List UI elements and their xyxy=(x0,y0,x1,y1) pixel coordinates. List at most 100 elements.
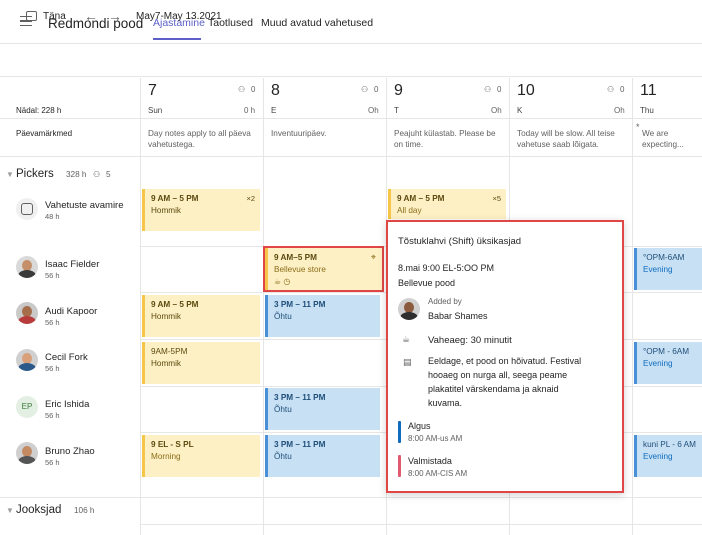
day-note[interactable]: Day notes apply to all päeva vahetustega… xyxy=(148,128,258,150)
shift-label: Hommik xyxy=(151,312,182,321)
shift-card[interactable]: 9 AM – 5 PM Hommik ×2 xyxy=(142,189,260,231)
day-name: T xyxy=(394,106,399,115)
shift-count: ×5 xyxy=(492,194,501,203)
added-by-avatar xyxy=(398,298,420,320)
day-name: K xyxy=(517,106,523,115)
shift-time: kuni PL - 6 AM xyxy=(643,440,696,449)
shift-time: °OPM - 6AM xyxy=(643,347,690,356)
highlight-box xyxy=(263,246,384,292)
start-time: 8:00 AM-us AM xyxy=(408,434,463,443)
shift-label: Morning xyxy=(151,452,181,461)
collapse-icon[interactable]: ▼ xyxy=(6,170,14,179)
people-icon: ⚇ xyxy=(238,85,246,94)
day-number[interactable]: 9 xyxy=(394,82,403,100)
person-hours: 56 h xyxy=(45,458,60,467)
person-hours: 48 h xyxy=(45,212,60,221)
popup-note-line: kuvama. xyxy=(428,398,463,408)
shift-label: All day xyxy=(397,206,422,215)
person-name[interactable]: Eric Ishida xyxy=(45,399,89,410)
grid-line xyxy=(140,78,141,535)
day-number[interactable]: 8 xyxy=(271,82,280,100)
day-notes-label: Päevamärkmed xyxy=(16,129,73,138)
avatar xyxy=(16,349,38,371)
shift-details-popup: Tõstuklahvi (Shift) üksikasjad 8.mai 9:0… xyxy=(386,220,624,493)
day-people-count: 0 xyxy=(374,85,379,94)
shift-card[interactable]: °OPM-6AM Evening xyxy=(634,248,702,290)
shift-time: 3 PM – 11 PM xyxy=(274,300,326,309)
shift-time: °OPM-6AM xyxy=(643,253,685,262)
day-hours: 0 h xyxy=(244,106,256,115)
shift-label: Evening xyxy=(643,265,673,274)
day-hours: Oh xyxy=(614,106,625,115)
person-name[interactable]: Audi Kapoor xyxy=(45,306,97,317)
person-hours: 56 h xyxy=(45,318,60,327)
avatar xyxy=(16,256,38,278)
day-number[interactable]: 11 xyxy=(640,82,657,100)
shift-card[interactable]: 3 PM – 11 PM Õhtu xyxy=(265,435,380,477)
shift-label: Õhtu xyxy=(274,452,292,461)
day-people-count: 0 xyxy=(251,85,256,94)
shift-card[interactable]: kuni PL - 6 AM Evening xyxy=(634,435,702,477)
shift-count: ×2 xyxy=(246,194,255,203)
break-icon: ☕ xyxy=(402,334,411,344)
day-note[interactable]: Inventuuripäev. xyxy=(271,128,381,139)
person-hours: 56 h xyxy=(45,271,60,280)
active-tab-indicator xyxy=(153,38,201,40)
group-people-count: 5 xyxy=(106,170,111,179)
group-hours: 106 h xyxy=(74,506,95,515)
day-note[interactable]: Today will be slow. All teise vahetuse s… xyxy=(517,128,627,150)
tab-open-shifts[interactable]: Muud avatud vahetused xyxy=(261,17,373,29)
day-note[interactable]: We are expecting... es.päris hõivatud. xyxy=(642,128,702,152)
avatar-initials: EP xyxy=(16,396,38,418)
day-name: E xyxy=(271,106,277,115)
group-hours: 328 h xyxy=(66,170,87,179)
shift-time: 9 AM – 5 PM xyxy=(151,194,199,203)
group-title: Jooksjad xyxy=(16,504,62,516)
person-name[interactable]: Bruno Zhao xyxy=(45,446,95,457)
person-hours: 56 h xyxy=(45,364,60,373)
shift-card[interactable]: 3 PM – 11 PM Õhtu xyxy=(265,388,380,430)
shift-card[interactable]: 9AM-5PM Hommik xyxy=(142,342,260,384)
shift-card[interactable]: 3 PM – 11 PM Õhtu xyxy=(265,295,380,337)
popup-location: Bellevue pood xyxy=(398,278,456,288)
shift-card[interactable]: 9 AM – 5 PM Hommik xyxy=(142,295,260,337)
day-hours: Oh xyxy=(491,106,502,115)
person-name[interactable]: Cecil Fork xyxy=(45,352,88,363)
popup-note-line: hooaeg on nurga all, seega peame xyxy=(428,370,568,380)
schedule-app: Redmondi pood Ajastamine Taotlused Muud … xyxy=(0,0,702,535)
shift-card[interactable]: 9 AM – 5 PM All day ×5 xyxy=(388,189,506,219)
asterisk-icon: * xyxy=(636,122,640,132)
person-name[interactable]: Vahetuste avamire xyxy=(45,200,124,211)
people-icon: ⚇ xyxy=(361,85,369,94)
day-number[interactable]: 10 xyxy=(517,82,535,100)
previous-week-icon[interactable]: ← xyxy=(84,8,98,24)
day-name: Thu xyxy=(640,106,654,115)
shift-card[interactable]: °OPM - 6AM Evening xyxy=(634,342,702,384)
shift-time: 9 AM – 5 PM xyxy=(151,300,199,309)
shift-card[interactable]: 9 EL - S PL Morning xyxy=(142,435,260,477)
grid-line xyxy=(263,78,264,535)
shift-label: Hommik xyxy=(151,206,182,215)
collapse-icon[interactable]: ▼ xyxy=(6,506,14,515)
avatar xyxy=(16,302,38,324)
end-time: 8:00 AM-CIS AM xyxy=(408,469,468,478)
person-hours: 56 h xyxy=(45,411,60,420)
person-name[interactable]: Isaac Fielder xyxy=(45,259,99,270)
day-hours: Oh xyxy=(368,106,379,115)
end-label: Valmistada xyxy=(408,456,452,466)
people-icon: ⚇ xyxy=(484,85,492,94)
added-by-name: Babar Shames xyxy=(428,311,488,321)
next-week-icon[interactable]: → xyxy=(108,8,122,24)
day-number[interactable]: 7 xyxy=(148,82,157,100)
date-range[interactable]: May7-May 13.2021 xyxy=(136,11,222,22)
start-label: Algus xyxy=(408,421,431,431)
day-people-count: 0 xyxy=(620,85,625,94)
grid-line xyxy=(632,78,633,535)
popup-note-line: plakatitel värskendama ja aknaid xyxy=(428,384,559,394)
popup-datetime: 8.mai 9:00 EL-5:OO PM xyxy=(398,263,495,273)
day-note[interactable]: Peajuht külastab. Please be on time. xyxy=(394,128,504,150)
today-button[interactable]: Täna xyxy=(43,11,66,22)
start-bar xyxy=(398,421,401,443)
calendar-icon[interactable] xyxy=(26,11,37,21)
grid-line xyxy=(140,524,702,525)
